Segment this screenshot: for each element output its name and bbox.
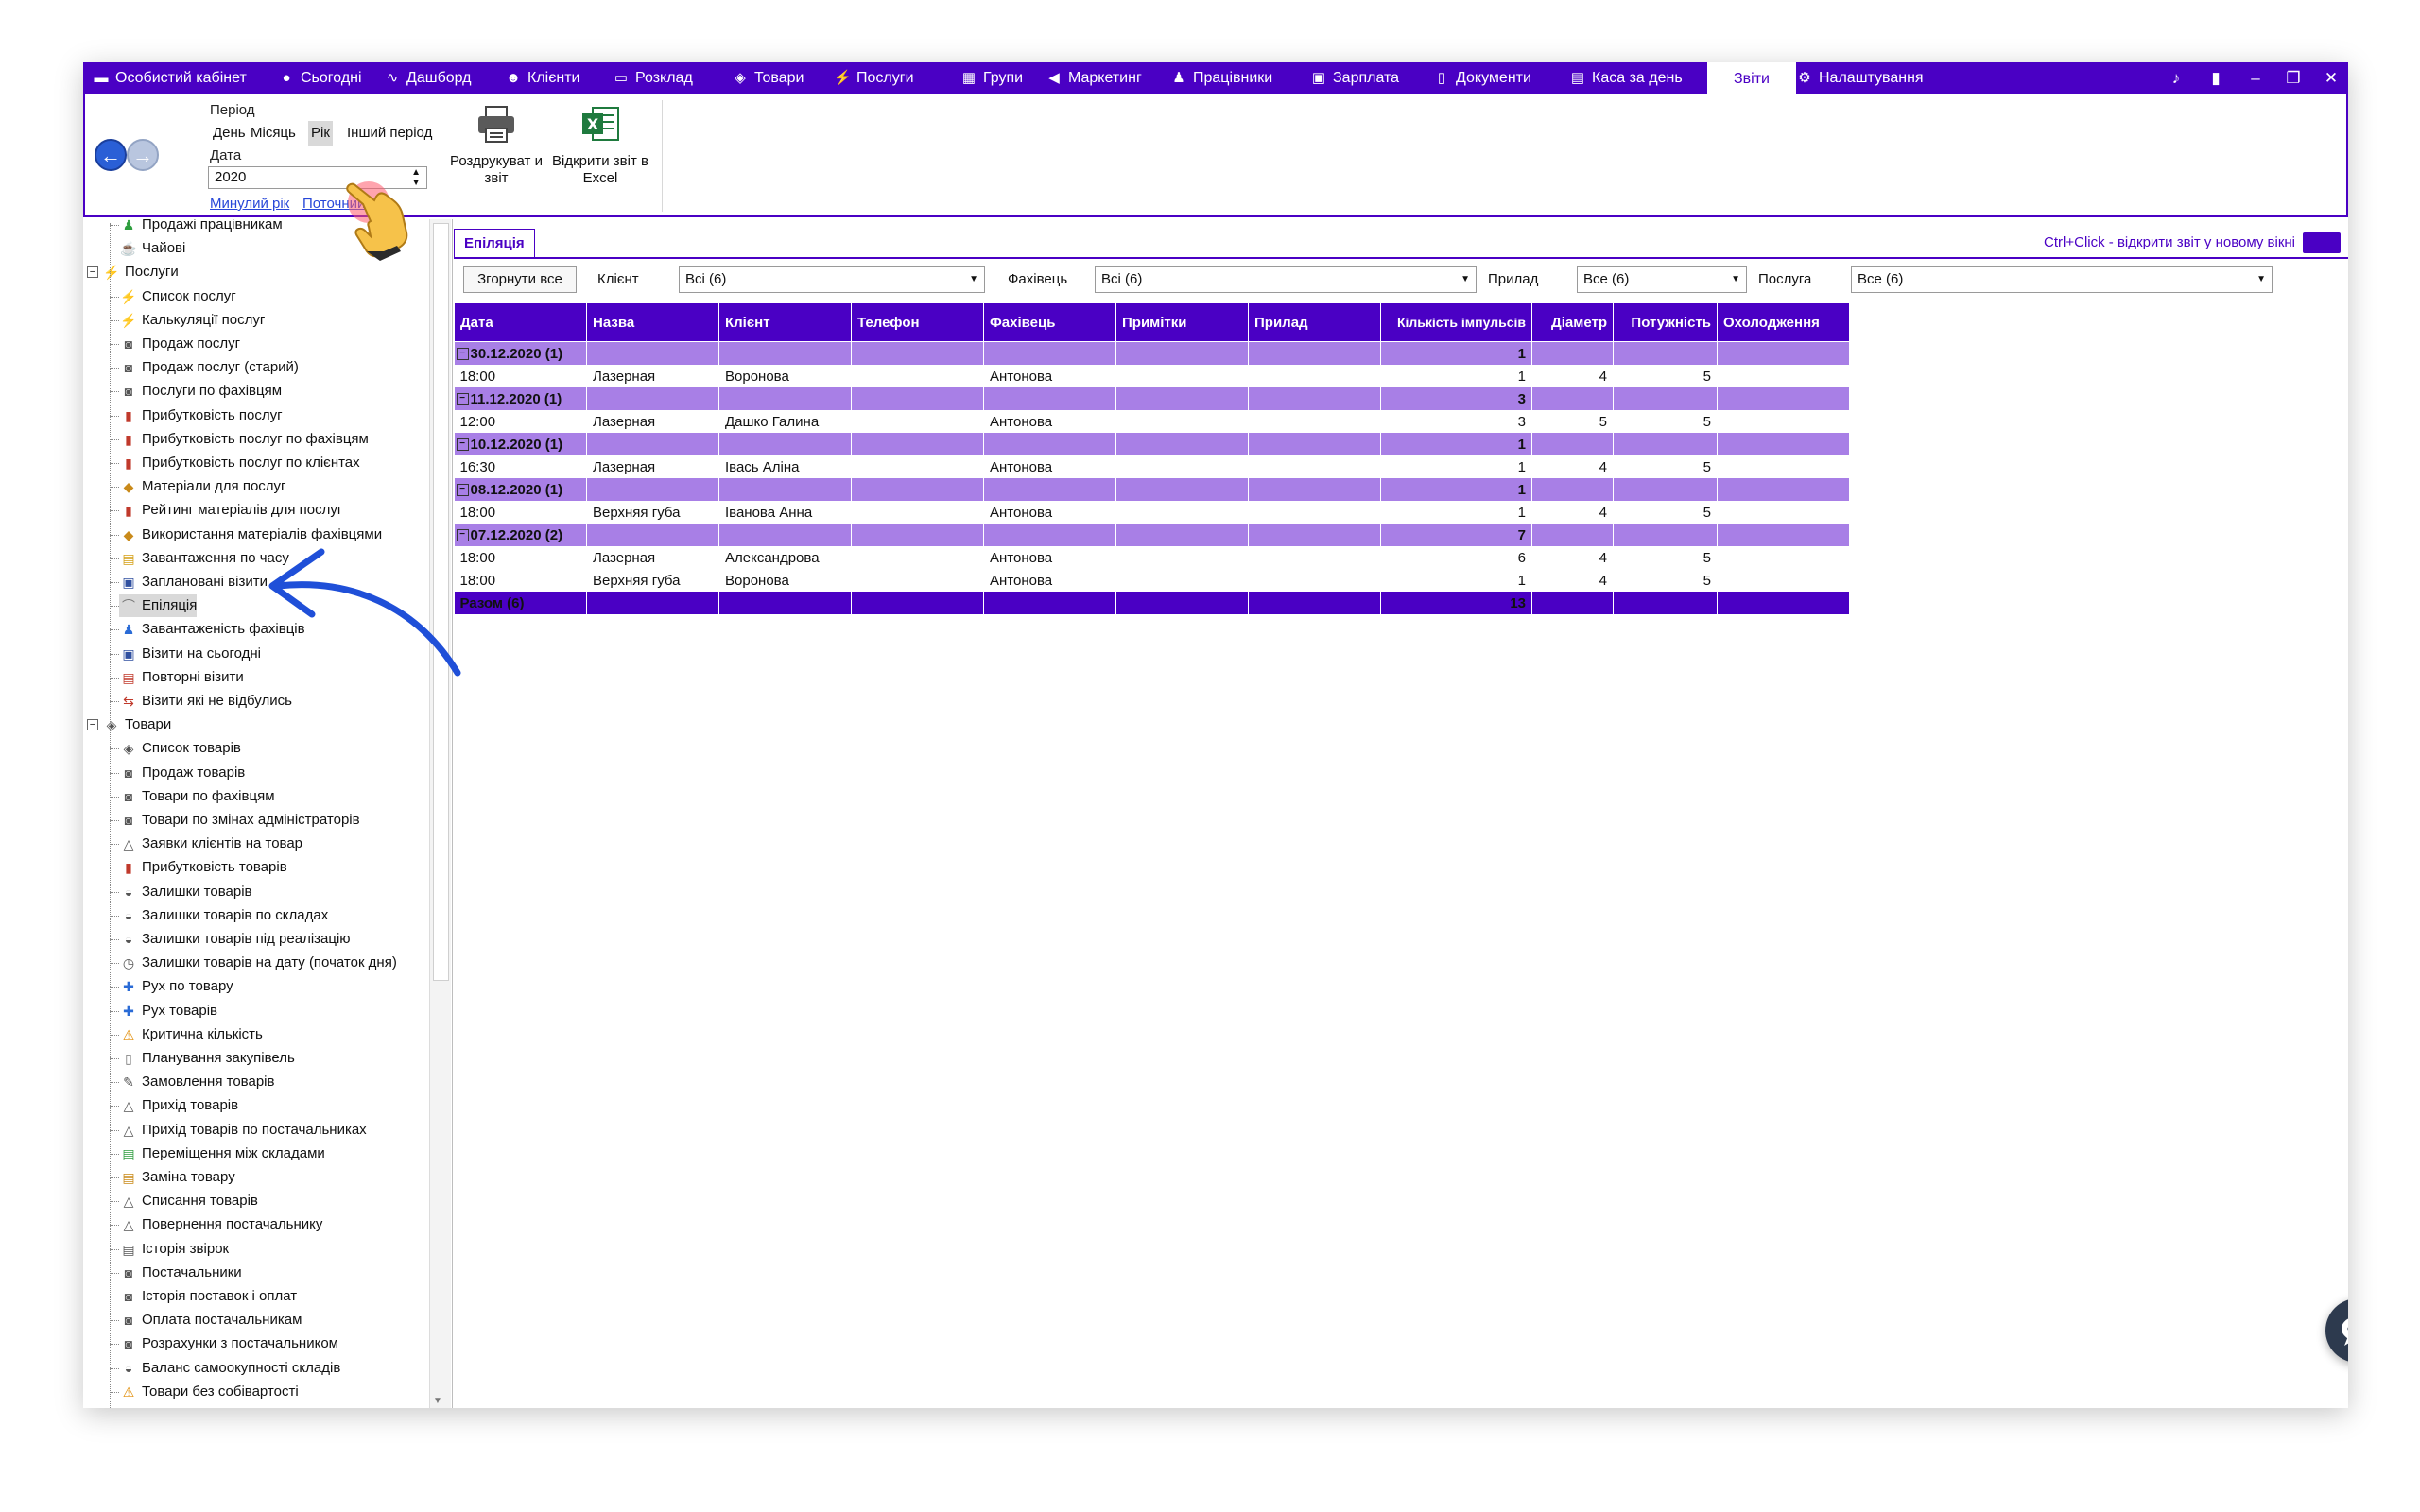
pointing-hand-icon — [346, 182, 408, 261]
tutorial-overlay — [268, 181, 461, 677]
tutorial-arrow — [274, 581, 461, 677]
